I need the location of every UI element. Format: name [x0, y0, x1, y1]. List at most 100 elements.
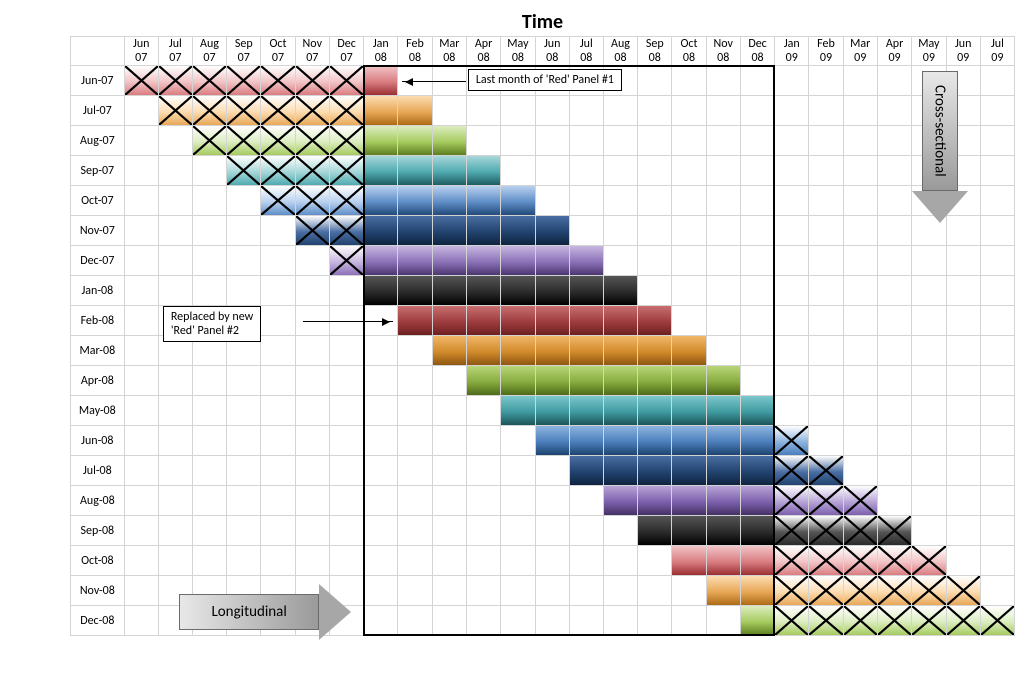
- grid-cell: [569, 246, 603, 276]
- grid-cell: [124, 276, 158, 306]
- grid-cell: [124, 336, 158, 366]
- grid-cell: [535, 276, 569, 306]
- grid-cell: [877, 306, 911, 336]
- grid-cell: [706, 606, 740, 636]
- grid-cell: [877, 156, 911, 186]
- grid-cell: [809, 336, 843, 366]
- grid-cell: [192, 456, 226, 486]
- grid-cell: [227, 66, 261, 96]
- grid-cell: [877, 606, 911, 636]
- grid-cell: [432, 486, 466, 516]
- grid-cell: [912, 366, 946, 396]
- grid-cell: [261, 426, 295, 456]
- grid-cell: [569, 426, 603, 456]
- panel-cell: [707, 426, 740, 455]
- panel-cell: [638, 516, 671, 545]
- panel-cell: [775, 546, 808, 575]
- panel-cell: [398, 216, 431, 245]
- grid-cell: [432, 426, 466, 456]
- panel-cell: [364, 126, 397, 155]
- grid-cell: [775, 246, 809, 276]
- grid-cell: [261, 96, 295, 126]
- grid-cell: [946, 606, 980, 636]
- grid-cell: [295, 486, 329, 516]
- grid-cell: [329, 96, 363, 126]
- grid-cell: [261, 306, 295, 336]
- grid-cell: [295, 336, 329, 366]
- grid-cell: [535, 606, 569, 636]
- panel-cell: [296, 126, 329, 155]
- grid-cell: [158, 66, 192, 96]
- grid-cell: [295, 246, 329, 276]
- grid-cell: [501, 96, 535, 126]
- grid-cell: [706, 396, 740, 426]
- panel-cell: [878, 606, 911, 635]
- grid-cell: [466, 576, 500, 606]
- col-header: Jun09: [946, 37, 980, 66]
- grid-cell: [946, 456, 980, 486]
- panel-cell: [467, 216, 500, 245]
- grid-cell: [603, 366, 637, 396]
- panel-cell: [330, 186, 363, 215]
- panel-cell: [570, 336, 603, 365]
- grid-cell: [329, 156, 363, 186]
- grid-cell: [432, 336, 466, 366]
- col-header: Jun08: [535, 37, 569, 66]
- grid-cell: [466, 276, 500, 306]
- panel-cell: [844, 516, 877, 545]
- row-label: Feb-08: [71, 306, 125, 336]
- grid-cell: [706, 516, 740, 546]
- grid-cell: [432, 216, 466, 246]
- grid-cell: [672, 276, 706, 306]
- grid-cell: [398, 516, 432, 546]
- col-header: Oct07: [261, 37, 295, 66]
- grid-cell: [124, 576, 158, 606]
- grid-cell: [295, 186, 329, 216]
- panel-cell: [501, 276, 534, 305]
- grid-cell: [535, 126, 569, 156]
- panel-cell: [398, 276, 431, 305]
- grid-cell: [980, 216, 1014, 246]
- panel-cell: [501, 216, 534, 245]
- grid-cell: [912, 486, 946, 516]
- grid-cell: [432, 276, 466, 306]
- grid-cell: [877, 366, 911, 396]
- row-label: Jan-08: [71, 276, 125, 306]
- panel-cell: [741, 456, 774, 485]
- grid-cell: [672, 396, 706, 426]
- grid-cell: [672, 606, 706, 636]
- panel-cell: [330, 126, 363, 155]
- grid-cell: [946, 396, 980, 426]
- grid-cell: [706, 306, 740, 336]
- grid-cell: [158, 366, 192, 396]
- grid-cell: [706, 336, 740, 366]
- panel-cell: [433, 186, 466, 215]
- panel-cell: [398, 126, 431, 155]
- grid-cell: [466, 486, 500, 516]
- col-header: Feb08: [398, 37, 432, 66]
- grid-cell: [809, 96, 843, 126]
- panel-cell: [364, 186, 397, 215]
- panel-cell: [501, 396, 534, 425]
- col-header: Sep07: [227, 37, 261, 66]
- grid-cell: [877, 546, 911, 576]
- grid-cell: [364, 186, 398, 216]
- grid-cell: [946, 486, 980, 516]
- grid-cell: [569, 216, 603, 246]
- panel-cell: [398, 156, 431, 185]
- panel-cell: [741, 516, 774, 545]
- grid-cell: [295, 156, 329, 186]
- panel-cell: [775, 456, 808, 485]
- grid-cell: [501, 306, 535, 336]
- longitudinal-label: Longitudinal: [211, 603, 286, 621]
- grid-cell: [809, 66, 843, 96]
- grid-cell: [535, 156, 569, 186]
- grid-cell: [432, 396, 466, 426]
- grid-cell: [740, 246, 774, 276]
- panel-cell: [672, 336, 705, 365]
- panel-cell: [330, 156, 363, 185]
- panel-cell: [536, 426, 569, 455]
- grid-cell: [843, 66, 877, 96]
- grid-cell: [227, 366, 261, 396]
- grid-cell: [843, 546, 877, 576]
